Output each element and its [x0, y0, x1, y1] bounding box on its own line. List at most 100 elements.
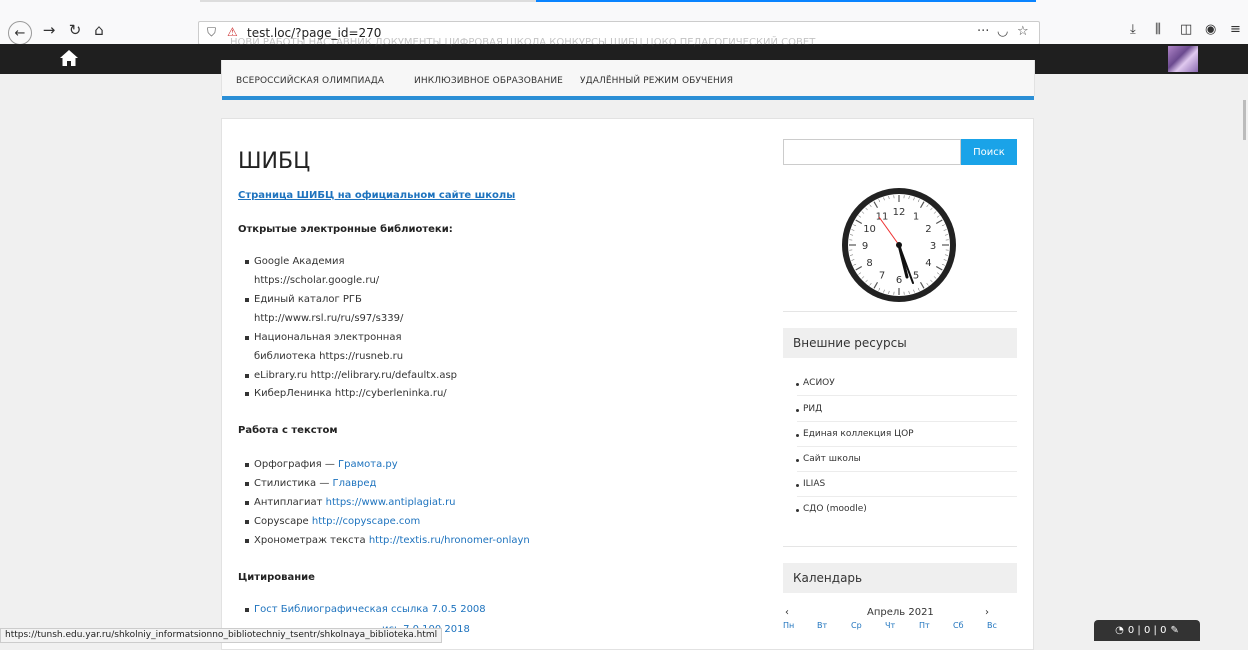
list-item: https://scholar.google.ru/: [254, 272, 379, 290]
divider: [797, 421, 1017, 422]
page-actions-icon[interactable]: ···: [977, 24, 989, 39]
scrollbar-thumb[interactable]: [1243, 100, 1246, 140]
home-button[interactable]: ⌂: [88, 19, 110, 41]
weekday: Вт: [817, 621, 827, 630]
page-title: ШИБЦ: [238, 149, 310, 174]
resource-link-rid[interactable]: РИД: [803, 404, 822, 414]
weekday: Ср: [851, 621, 862, 630]
resources-title: Внешние ресурсы: [783, 328, 1017, 358]
clock-number: 5: [913, 270, 919, 281]
nav-underline: [222, 96, 1034, 100]
tool-label: Антиплагиат: [254, 497, 326, 508]
resource-link-cor[interactable]: Единая коллекция ЦОР: [803, 429, 914, 439]
resource-link-asiou[interactable]: АСИОУ: [803, 378, 835, 388]
tool-label: Copyscape: [254, 516, 312, 527]
nav-item-inclusive[interactable]: ИНКЛЮЗИВНОЕ ОБРАЗОВАНИЕ: [414, 76, 563, 86]
clock-number: 10: [863, 224, 876, 235]
reload-icon[interactable]: ↻: [64, 19, 86, 41]
list-item: Google Академия: [254, 253, 345, 271]
top-menu-faded: НОВИ РАБОТЫ НАСТАВНИК ДОКУМЕНТЫ ЦИФРОВАЯ…: [230, 37, 815, 48]
clock-number: 4: [925, 258, 931, 269]
tool-link[interactable]: Главред: [333, 478, 377, 489]
resource-link-school[interactable]: Сайт школы: [803, 454, 861, 464]
text-heading: Работа с текстом: [238, 425, 338, 436]
comment-icon: ◔: [1115, 625, 1124, 636]
downloads-icon[interactable]: ⤓: [1130, 22, 1136, 37]
clock-number: 9: [862, 241, 868, 252]
sidebar-icon[interactable]: ◫: [1180, 22, 1192, 37]
list-item: Хронометраж текста http://textis.ru/hron…: [254, 532, 530, 550]
shield-icon[interactable]: ⛉: [207, 25, 216, 40]
calendar-title: Календарь: [783, 563, 1017, 593]
counters-text: 0 | 0 | 0: [1128, 625, 1167, 636]
libs-heading: Открытые электронные библиотеки:: [238, 224, 453, 235]
clock-number: 8: [866, 258, 872, 269]
list-item: Национальная электронная: [254, 329, 401, 347]
tool-label: Стилистика —: [254, 478, 333, 489]
menu-icon[interactable]: ≡: [1230, 22, 1241, 37]
tool-link[interactable]: http://textis.ru/hronomer-onlayn: [369, 535, 530, 546]
list-item: Антиплагиат https://www.antiplagiat.ru: [254, 494, 456, 512]
analog-clock: 121234567891011: [839, 185, 959, 305]
forward-button[interactable]: →: [38, 19, 60, 41]
clock-number: 3: [930, 241, 936, 252]
pencil-icon: ✎: [1170, 625, 1178, 636]
resource-link-ilias[interactable]: ILIAS: [803, 479, 825, 489]
avatar[interactable]: [1168, 46, 1198, 72]
weekday: Пн: [783, 621, 794, 630]
tool-label: Орфография —: [254, 459, 338, 470]
list-item: Гост Библиографическая ссылка 7.0.5 2008: [254, 601, 486, 619]
calendar-month: Апрель 2021: [867, 607, 934, 618]
clock-number: 2: [925, 224, 931, 235]
list-item: eLibrary.ru http://elibrary.ru/defaultx.…: [254, 367, 457, 385]
divider: [797, 446, 1017, 447]
pocket-icon[interactable]: ◡: [997, 24, 1008, 39]
list-item: http://www.rsl.ru/ru/s97/s339/: [254, 310, 403, 328]
tool-link[interactable]: http://copyscape.com: [312, 516, 420, 527]
weekday: Пт: [919, 621, 930, 630]
comment-counters[interactable]: ◔ 0 | 0 | 0 ✎: [1094, 620, 1200, 641]
main-link[interactable]: Страница ШИБЦ на официальном сайте школы: [238, 190, 515, 201]
clock-number: 1: [913, 212, 919, 223]
sidebar: Поиск 121234567891011 Внешние ресурсы АС…: [767, 118, 1034, 650]
divider: [797, 496, 1017, 497]
weekday: Сб: [953, 621, 964, 630]
list-item: библиотека https://rusneb.ru: [254, 348, 403, 366]
tool-link[interactable]: Грамота.ру: [338, 459, 398, 470]
site-nav: ВСЕРОССИЙСКАЯ ОЛИМПИАДА ИНКЛЮЗИВНОЕ ОБРА…: [221, 60, 1035, 96]
library-icon[interactable]: ⫼: [1155, 22, 1161, 37]
search-button[interactable]: Поиск: [961, 139, 1017, 165]
tool-label: Хронометраж текста: [254, 535, 369, 546]
divider: [783, 311, 1017, 312]
scrollbar[interactable]: [1240, 74, 1248, 641]
list-item: Стилистика — Главред: [254, 475, 376, 493]
nav-item-remote[interactable]: УДАЛЁННЫЙ РЕЖИМ ОБУЧЕНИЯ: [580, 76, 733, 86]
main-content: ШИБЦ Страница ШИБЦ на официальном сайте …: [221, 118, 768, 650]
clock-number: 6: [896, 275, 902, 286]
divider: [797, 395, 1017, 396]
cite-heading: Цитирование: [238, 572, 315, 583]
list-item: Copyscape http://copyscape.com: [254, 513, 420, 531]
clock-number: 7: [879, 270, 885, 281]
list-item: КиберЛенинка http://cyberleninka.ru/: [254, 385, 447, 403]
clock-number: 12: [893, 207, 906, 218]
active-tab-indicator: [536, 0, 1036, 2]
divider: [783, 546, 1017, 547]
home-icon[interactable]: [58, 47, 80, 69]
resource-link-moodle[interactable]: СДО (moodle): [803, 504, 867, 514]
search-input[interactable]: [783, 139, 961, 165]
list-item: Единый каталог РГБ: [254, 291, 362, 309]
nav-item-olympiad[interactable]: ВСЕРОССИЙСКАЯ ОЛИМПИАДА: [236, 76, 384, 86]
divider: [797, 471, 1017, 472]
tab-strip: [200, 0, 536, 2]
cite-link[interactable]: Гост Библиографическая ссылка 7.0.5 2008: [254, 604, 486, 615]
bookmark-star-icon[interactable]: ☆: [1017, 24, 1029, 39]
back-button[interactable]: ←: [8, 21, 32, 45]
weekday: Вс: [987, 621, 997, 630]
account-icon[interactable]: ◉: [1205, 22, 1216, 37]
tool-link[interactable]: https://www.antiplagiat.ru: [326, 497, 456, 508]
calendar-next[interactable]: ›: [985, 607, 989, 618]
weekday: Чт: [885, 621, 895, 630]
list-item: Орфография — Грамота.ру: [254, 456, 398, 474]
calendar-prev[interactable]: ‹: [785, 607, 789, 618]
